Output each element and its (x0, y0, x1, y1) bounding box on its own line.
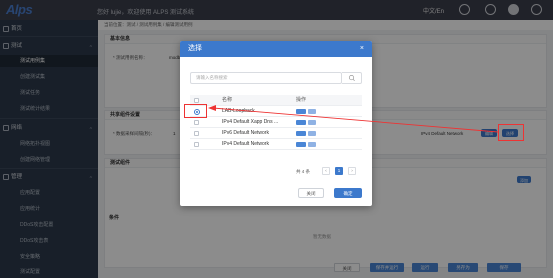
annotation-arrow (208, 105, 499, 133)
